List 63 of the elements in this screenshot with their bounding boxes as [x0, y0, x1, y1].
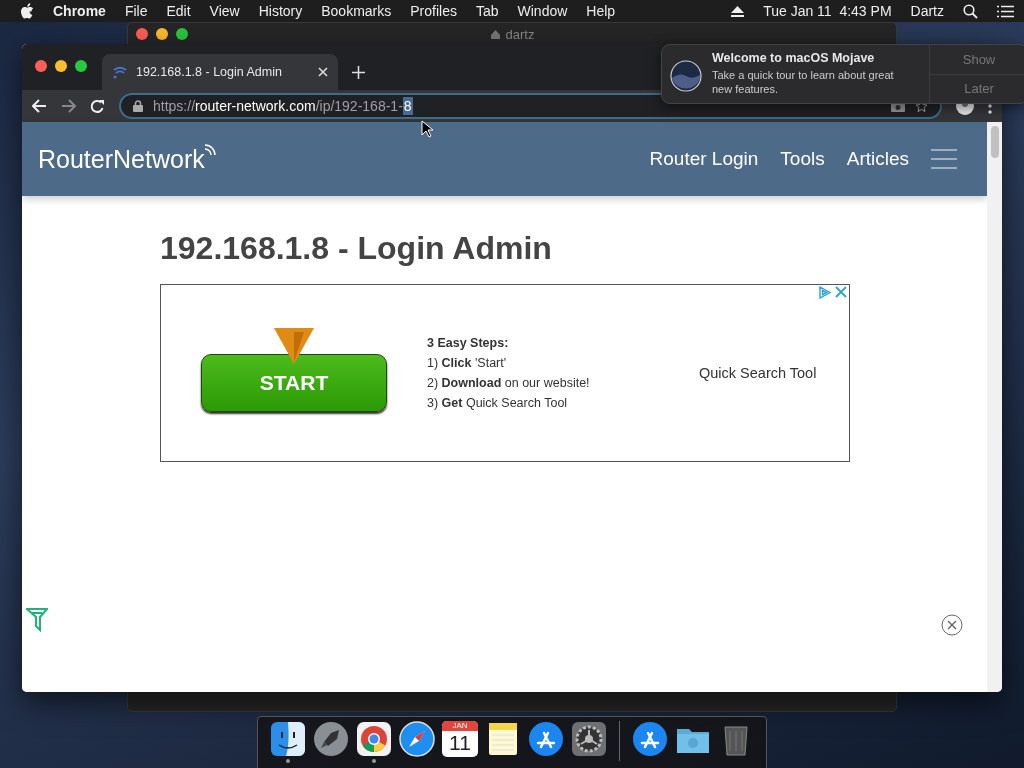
selected-text: 8: [402, 97, 413, 115]
ad-text: Quick Search Tool: [699, 365, 817, 381]
steps-heading: 3 Easy Steps:: [427, 336, 510, 350]
close-icon: [941, 614, 963, 636]
step-text: 3) Get Quick Search Tool: [427, 396, 569, 410]
site-logo[interactable]: RouterNetwork: [38, 144, 205, 174]
reload-icon: [90, 98, 105, 114]
chrome-icon[interactable]: [356, 721, 392, 757]
menu-item[interactable]: File: [124, 3, 148, 19]
compass-icon[interactable]: [399, 721, 435, 757]
home-icon: [489, 28, 501, 40]
close-light[interactable]: [136, 28, 148, 40]
menu-item[interactable]: Edit: [166, 3, 191, 19]
search-icon[interactable]: [963, 3, 978, 19]
eject-icon[interactable]: [731, 5, 745, 17]
step-text: 2) Download on our website!: [427, 376, 591, 390]
app-menu[interactable]: Chrome: [53, 3, 106, 19]
plus-icon: [352, 65, 365, 79]
gear-icon[interactable]: [571, 721, 607, 757]
nav-link[interactable]: Articles: [846, 148, 909, 170]
app-store-icon[interactable]: [528, 721, 564, 757]
forward-button[interactable]: [61, 99, 76, 113]
clock[interactable]: Tue Jan 11 4:43 PM: [763, 3, 892, 19]
menu-item[interactable]: Tab: [475, 3, 499, 19]
app-store-icon[interactable]: [632, 721, 668, 757]
filter-icon[interactable]: [26, 608, 48, 632]
menu-item[interactable]: Help: [586, 3, 616, 19]
finder-icon[interactable]: [270, 721, 306, 757]
reload-button[interactable]: [90, 98, 105, 114]
mojave-icon: [670, 60, 702, 92]
browser-tab[interactable]: 192.168.1.8 - Login Admin: [102, 54, 338, 90]
menu-item[interactable]: Bookmarks: [321, 3, 392, 19]
notification-text: Take a quick tour to learn about great new features.: [712, 68, 895, 96]
mouse-pointer-icon: [421, 120, 433, 138]
back-button[interactable]: [32, 99, 47, 113]
menu-item[interactable]: View: [209, 3, 240, 19]
lock-icon: [133, 100, 143, 112]
page-title: 192.168.1.8 - Login Admin: [160, 230, 553, 267]
apple-icon[interactable]: [20, 3, 34, 19]
close-button[interactable]: [941, 614, 963, 639]
menu-icon[interactable]: [931, 149, 957, 169]
scrollbar[interactable]: [987, 122, 1002, 692]
window-title: dartz: [505, 26, 535, 42]
zoom-light[interactable]: [75, 60, 87, 72]
notification-title: Welcome to macOS Mojave: [712, 51, 876, 65]
step-text: 1) Click 'Start': [427, 356, 508, 370]
nav-link[interactable]: Tools: [780, 148, 825, 170]
user-name[interactable]: Dartz: [910, 3, 944, 19]
menu-item[interactable]: Window: [517, 3, 568, 19]
list-icon[interactable]: [997, 4, 1014, 18]
calendar-icon[interactable]: JAN 11: [442, 721, 478, 757]
back-arrow-icon: [32, 99, 47, 113]
wifi-icon: [112, 65, 128, 79]
zoom-light[interactable]: [176, 28, 188, 40]
menu-item[interactable]: History: [258, 3, 303, 19]
minimize-light[interactable]: [156, 28, 168, 40]
menu-item[interactable]: Profiles: [410, 3, 457, 19]
nav-link[interactable]: Router Login: [649, 148, 759, 170]
close-light[interactable]: [35, 60, 47, 72]
forward-arrow-icon: [61, 99, 76, 113]
minimize-light[interactable]: [55, 60, 67, 72]
ad-choices-icon[interactable]: [818, 286, 831, 299]
rocket-icon[interactable]: [313, 721, 349, 757]
